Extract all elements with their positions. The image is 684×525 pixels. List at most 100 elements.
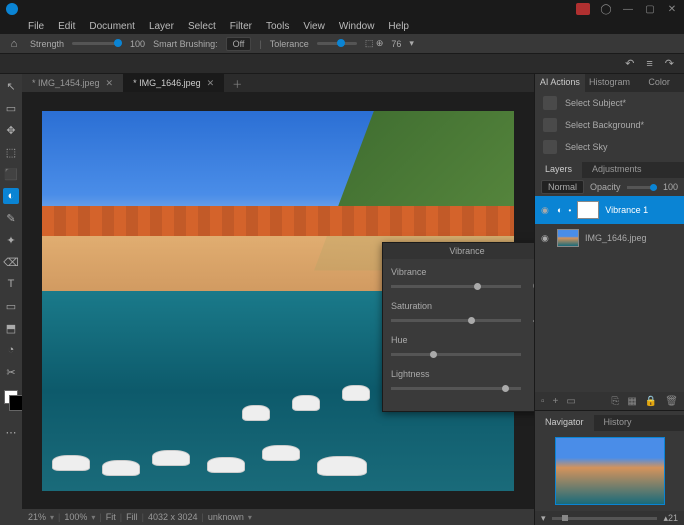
- slider-value: 41: [527, 315, 534, 325]
- layer-vibrance[interactable]: ◉ ◐ • Vibrance 1: [535, 196, 684, 224]
- add-mask-icon[interactable]: +: [553, 396, 559, 407]
- blend-mode-dropdown[interactable]: Normal: [541, 180, 584, 194]
- tool-3[interactable]: ⬚: [3, 144, 19, 160]
- hue-slider[interactable]: [391, 353, 521, 356]
- ai-select-subject[interactable]: Select Subject*: [535, 92, 684, 114]
- color-swatch[interactable]: [4, 390, 18, 404]
- slider-label: Vibrance: [391, 267, 534, 277]
- tab-navigator[interactable]: Navigator: [535, 415, 594, 431]
- tool-5[interactable]: ◐: [3, 188, 19, 204]
- visibility-icon[interactable]: ◉: [541, 205, 551, 215]
- fit-button[interactable]: Fit: [106, 512, 116, 522]
- slider-value: 64: [527, 281, 534, 291]
- opacity-slider[interactable]: [627, 186, 657, 189]
- cart-icon[interactable]: [576, 3, 590, 15]
- tab-histogram[interactable]: Histogram: [585, 74, 635, 92]
- tool-1[interactable]: ▭: [3, 100, 19, 116]
- new-layer-icon[interactable]: ▫: [541, 396, 545, 407]
- background-icon: [543, 118, 557, 132]
- tolerance-slider[interactable]: [317, 42, 357, 45]
- list-icon[interactable]: ≡: [646, 58, 652, 70]
- mask-thumb[interactable]: [577, 201, 599, 219]
- tab-history[interactable]: History: [594, 415, 642, 431]
- opacity-value: 100: [663, 182, 678, 192]
- navigator-thumb[interactable]: [555, 437, 665, 505]
- layer-name: IMG_1646.jpeg: [585, 233, 647, 243]
- close-tab-icon[interactable]: ✕: [106, 78, 114, 89]
- menu-select[interactable]: Select: [188, 21, 216, 32]
- tab-img-1454[interactable]: * IMG_1454.jpeg✕: [22, 74, 123, 92]
- tool-13[interactable]: ✂: [3, 364, 19, 380]
- close-tab-icon[interactable]: ✕: [207, 78, 215, 89]
- canvas[interactable]: Vibrance ✕ Vibrance64Saturation41Hue0Lig…: [22, 92, 534, 509]
- lock-icon[interactable]: 🔒: [645, 396, 657, 407]
- merge-icon[interactable]: ▦: [627, 396, 636, 407]
- tab-ai-actions[interactable]: AI Actions: [535, 74, 585, 92]
- link-icon: •: [568, 206, 571, 215]
- vibrance-slider[interactable]: [391, 285, 521, 288]
- more-tools-icon[interactable]: ⋯: [3, 424, 19, 440]
- slider-row-saturation: Saturation 41: [391, 301, 534, 325]
- tool-11[interactable]: ⬒: [3, 320, 19, 336]
- slider-row-vibrance: Vibrance 64: [391, 267, 534, 291]
- vibrance-panel[interactable]: Vibrance ✕ Vibrance64Saturation41Hue0Lig…: [382, 242, 534, 412]
- smartbrush-label: Smart Brushing:: [153, 39, 218, 49]
- delete-icon[interactable]: 🗑: [665, 396, 678, 407]
- user-icon[interactable]: ◯: [600, 3, 612, 15]
- menubar: File Edit Document Layer Select Filter Tools Vi…: [0, 18, 684, 34]
- ai-select-background[interactable]: Select Background*: [535, 114, 684, 136]
- chevron-down-icon[interactable]: ▾: [409, 38, 414, 49]
- nav-zoom-slider[interactable]: [552, 517, 658, 520]
- strength-slider[interactable]: [72, 42, 122, 45]
- home-icon[interactable]: ⌂: [6, 36, 22, 52]
- layer-image[interactable]: ◉ IMG_1646.jpeg: [535, 224, 684, 252]
- folder-icon[interactable]: ▭: [566, 396, 575, 407]
- add-tab-icon[interactable]: ＋: [224, 76, 250, 91]
- zoom-percent[interactable]: 21%: [28, 512, 46, 522]
- minimize-icon[interactable]: —: [622, 3, 634, 15]
- tool-8[interactable]: ⌫: [3, 254, 19, 270]
- ai-select-sky[interactable]: Select Sky: [535, 136, 684, 158]
- tool-7[interactable]: ✦: [3, 232, 19, 248]
- slider-label: Saturation: [391, 301, 534, 311]
- panel-title: Vibrance: [449, 246, 484, 256]
- visibility-icon[interactable]: ◉: [541, 233, 551, 243]
- redo-icon[interactable]: ↷: [665, 57, 674, 70]
- tool-6[interactable]: ✎: [3, 210, 19, 226]
- scale-percent[interactable]: 100%: [64, 512, 87, 522]
- nav-zoom-value: 21: [668, 513, 678, 523]
- menu-window[interactable]: Window: [339, 21, 375, 32]
- zoom-out-icon[interactable]: ▾: [541, 513, 546, 524]
- tab-img-1646[interactable]: * IMG_1646.jpeg✕: [123, 74, 224, 92]
- undo-icon[interactable]: ↶: [625, 57, 634, 70]
- smartbrush-dropdown[interactable]: Off: [226, 37, 252, 51]
- tab-adjustments[interactable]: Adjustments: [582, 162, 652, 178]
- layer-thumb[interactable]: [557, 229, 579, 247]
- menu-filter[interactable]: Filter: [230, 21, 252, 32]
- tab-layers[interactable]: Layers: [535, 162, 582, 178]
- fill-button[interactable]: Fill: [126, 512, 138, 522]
- tool-4[interactable]: ⬛: [3, 166, 19, 182]
- slider-value: 0: [527, 383, 534, 393]
- tool-10[interactable]: ▭: [3, 298, 19, 314]
- menu-document[interactable]: Document: [89, 21, 135, 32]
- strength-label: Strength: [30, 39, 64, 49]
- tool-9[interactable]: T: [3, 276, 19, 292]
- saturation-slider[interactable]: [391, 319, 521, 322]
- lightness-slider[interactable]: [391, 387, 521, 390]
- menu-edit[interactable]: Edit: [58, 21, 75, 32]
- maximize-icon[interactable]: ▢: [644, 3, 656, 15]
- duplicate-icon[interactable]: ⎘: [611, 396, 619, 407]
- close-icon[interactable]: ✕: [666, 3, 678, 15]
- menu-view[interactable]: View: [303, 21, 325, 32]
- tolerance-label: Tolerance: [270, 39, 309, 49]
- tool-12[interactable]: ◔: [3, 342, 19, 358]
- tab-color[interactable]: Color: [634, 74, 684, 92]
- menu-help[interactable]: Help: [388, 21, 409, 32]
- menu-file[interactable]: File: [28, 21, 44, 32]
- menu-layer[interactable]: Layer: [149, 21, 174, 32]
- panel-header[interactable]: Vibrance ✕: [383, 243, 534, 259]
- tool-0[interactable]: ↖: [3, 78, 19, 94]
- tool-2[interactable]: ✥: [3, 122, 19, 138]
- menu-tools[interactable]: Tools: [266, 21, 289, 32]
